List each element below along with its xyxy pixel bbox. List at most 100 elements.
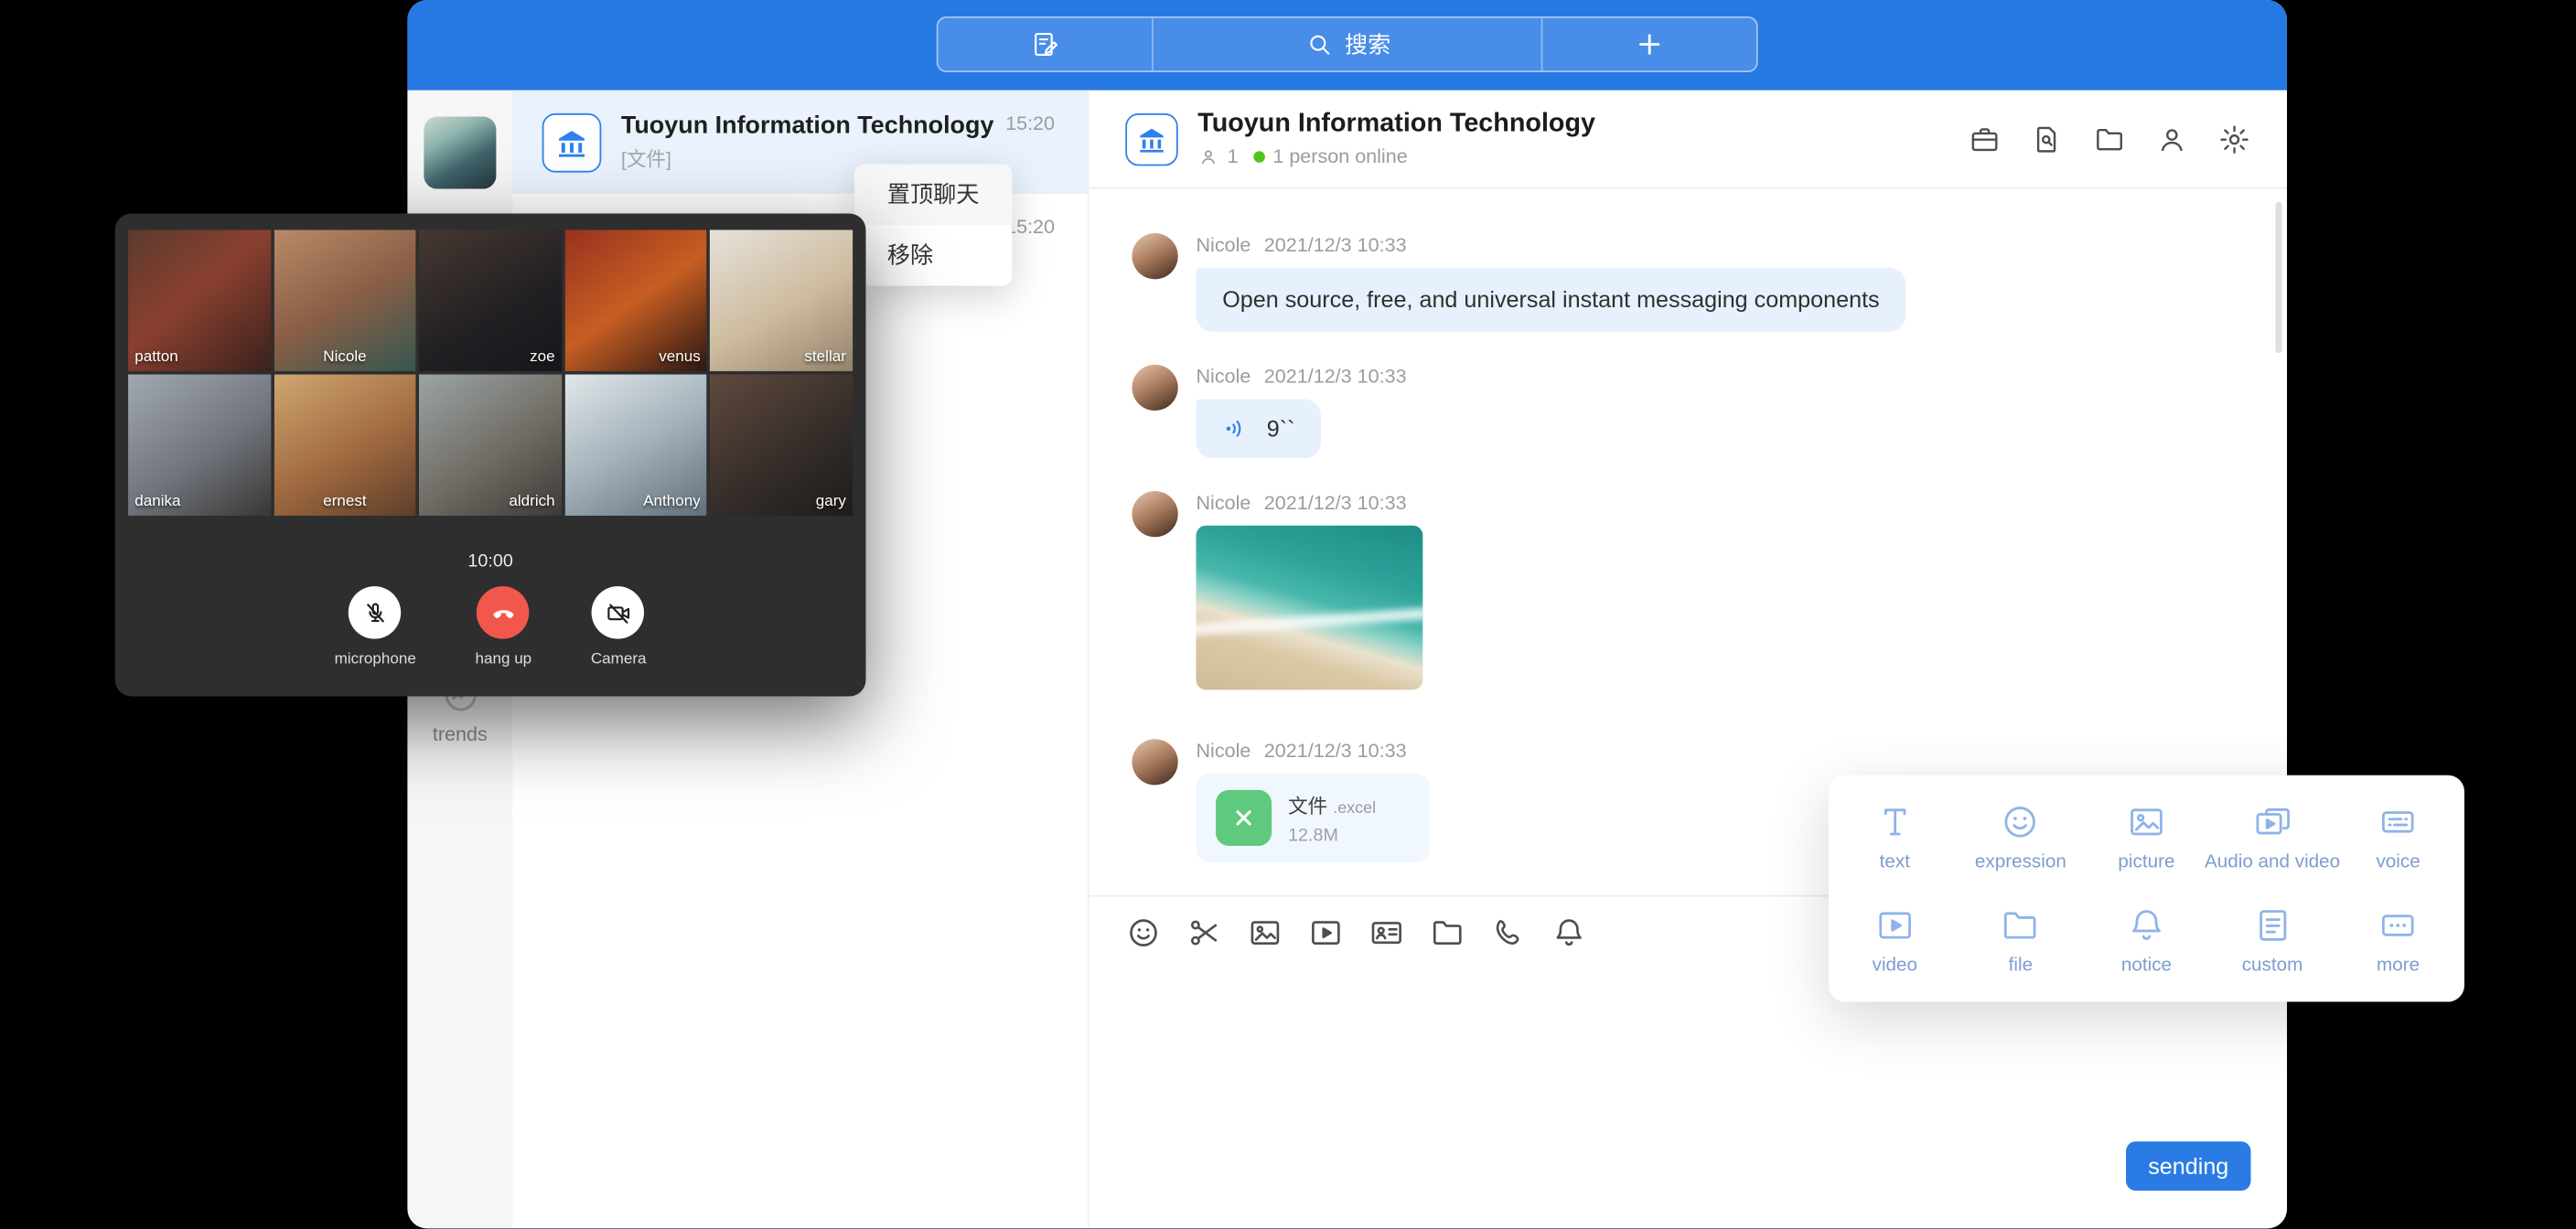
hang-up-control[interactable]: hang up (475, 586, 531, 668)
control-label: hang up (475, 650, 531, 668)
camera-button[interactable] (592, 586, 644, 638)
sender-name: Nicole (1196, 233, 1250, 256)
search-input[interactable]: 搜索 (1152, 18, 1542, 70)
user-avatar[interactable] (424, 117, 496, 189)
popup-item-file[interactable]: file (1958, 889, 2084, 992)
x-glyph-icon (1230, 805, 1257, 831)
sender-name: Nicole (1196, 739, 1250, 762)
announcement-icon[interactable] (1969, 123, 2002, 155)
camera-off-icon (605, 599, 633, 627)
file-info: 文件 .excel 12.8M (1288, 791, 1376, 845)
participant-tile[interactable]: patton (128, 230, 271, 370)
participant-tile[interactable]: danika (128, 374, 271, 515)
screen: 搜索 trends (0, 0, 2576, 1229)
voice-bubble[interactable]: 9`` (1196, 399, 1321, 458)
popup-item-text[interactable]: text (1832, 785, 1959, 888)
contact-icon[interactable] (2155, 123, 2188, 155)
participant-name: stellar (717, 348, 846, 367)
compose-button[interactable] (939, 18, 1152, 70)
hang-up-button[interactable] (478, 586, 530, 638)
sender-avatar[interactable] (1132, 365, 1177, 411)
trends-label: trends (433, 722, 488, 745)
search-label: 搜索 (1345, 28, 1390, 61)
participant-grid: patton Nicole zoe venus stellar danika e… (128, 230, 853, 516)
camera-control[interactable]: Camera (591, 586, 647, 668)
sound-wave-icon (1222, 414, 1251, 444)
popup-item-voice[interactable]: voice (2335, 785, 2462, 888)
hang-up-icon (489, 599, 518, 627)
participant-tile[interactable]: zoe (419, 230, 562, 370)
popup-item-custom[interactable]: custom (2209, 889, 2335, 992)
member-icon (1197, 145, 1218, 166)
voice-duration: 9`` (1267, 414, 1295, 443)
settings-icon[interactable] (2218, 123, 2251, 155)
popup-item-label: text (1880, 852, 1910, 872)
emoji-icon[interactable] (1125, 914, 1162, 951)
message-body: Nicole 2021/12/3 10:33 (1196, 739, 1429, 862)
participant-name: aldrich (426, 493, 555, 511)
file-search-icon[interactable] (2031, 123, 2064, 155)
participant-name: venus (572, 348, 701, 367)
popup-item-video[interactable]: video (1832, 889, 1959, 992)
popup-item-label: notice (2121, 956, 2172, 976)
participant-tile[interactable]: aldrich (419, 374, 562, 515)
participant-tile[interactable]: Anthony (564, 374, 707, 515)
plus-icon (1633, 28, 1666, 61)
microphone-button[interactable] (349, 586, 402, 638)
popup-item-notice[interactable]: notice (2084, 889, 2210, 992)
context-menu-item-pin[interactable]: 置顶聊天 (854, 165, 1012, 225)
control-label: microphone (335, 650, 416, 668)
text-bubble[interactable]: Open source, free, and universal instant… (1196, 268, 1905, 332)
popup-item-audio-video[interactable]: Audio and video (2209, 785, 2335, 888)
participant-tile[interactable]: venus (564, 230, 707, 370)
file-size: 12.8M (1288, 825, 1376, 845)
conversation-time: 15:20 (1005, 215, 1055, 238)
sender-avatar[interactable] (1132, 491, 1177, 537)
message-meta: Nicole 2021/12/3 10:33 (1196, 491, 1422, 514)
add-button[interactable] (1542, 18, 1755, 70)
participant-tile[interactable]: gary (711, 374, 853, 515)
expression-icon (2000, 801, 2041, 842)
sender-name: Nicole (1196, 491, 1250, 514)
chat-header-actions (1969, 123, 2251, 155)
beach-photo-thumbnail[interactable] (1196, 526, 1422, 690)
participant-tile[interactable]: ernest (274, 374, 416, 515)
scissors-icon[interactable] (1186, 914, 1223, 951)
participant-tile[interactable]: stellar (711, 230, 853, 370)
message-time: 2021/12/3 10:33 (1264, 365, 1407, 388)
image-icon[interactable] (1247, 914, 1283, 951)
popup-item-picture[interactable]: picture (2084, 785, 2210, 888)
sender-avatar[interactable] (1132, 233, 1177, 279)
more-icon (2377, 905, 2419, 946)
file-base-name: 文件 (1288, 794, 1327, 817)
context-menu-item-remove[interactable]: 移除 (854, 225, 1012, 285)
microphone-control[interactable]: microphone (335, 586, 416, 668)
bell-icon[interactable] (1551, 914, 1587, 951)
phone-icon[interactable] (1490, 914, 1527, 951)
video-icon[interactable] (1308, 914, 1345, 951)
folder-icon[interactable] (2093, 123, 2126, 155)
idcard-icon[interactable] (1368, 914, 1405, 951)
picture-icon (2126, 801, 2167, 842)
message-time: 2021/12/3 10:33 (1264, 491, 1407, 514)
online-status: 1 person online (1272, 144, 1407, 167)
file-extension: .excel (1333, 799, 1376, 818)
custom-icon (2252, 905, 2293, 946)
sender-avatar[interactable] (1132, 739, 1177, 785)
send-button[interactable]: sending (2126, 1142, 2250, 1192)
control-label: Camera (591, 650, 647, 668)
notice-icon (2126, 905, 2167, 946)
popup-item-expression[interactable]: expression (1958, 785, 2084, 888)
chat-header-meta: Tuoyun Information Technology 1 1 person… (1197, 110, 1595, 167)
scrollbar-thumb[interactable] (2275, 202, 2281, 353)
message-body: Nicole 2021/12/3 10:33 9`` (1196, 365, 1406, 458)
popup-item-more[interactable]: more (2335, 889, 2462, 992)
folder-icon[interactable] (1430, 914, 1466, 951)
participant-tile[interactable]: Nicole (274, 230, 416, 370)
message-image: Nicole 2021/12/3 10:33 (1132, 491, 2287, 689)
file-attachment[interactable]: 文件 .excel 12.8M (1196, 774, 1429, 862)
popup-item-label: voice (2376, 852, 2420, 872)
building-icon (1135, 123, 1168, 155)
building-icon (553, 124, 590, 161)
participant-name: ernest (280, 493, 409, 511)
